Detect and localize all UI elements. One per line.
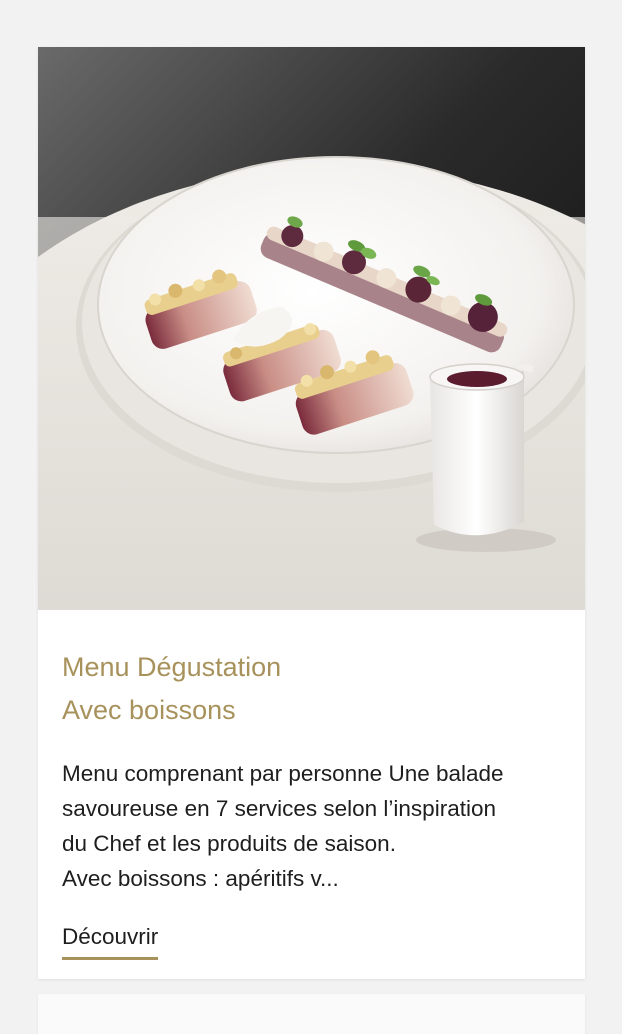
- menu-title-line-1[interactable]: Menu Dégustation: [62, 646, 561, 689]
- menu-title-line-2[interactable]: Avec boissons: [62, 689, 561, 732]
- menu-title[interactable]: Menu Dégustation Avec boissons: [62, 646, 561, 732]
- menu-card: Menu Dégustation Avec boissons Menu comp…: [38, 47, 585, 979]
- description-line: Avec boissons : apéritifs v...: [62, 866, 339, 891]
- menu-description: Menu comprenant par personne Une balade …: [62, 756, 561, 896]
- description-line: Menu comprenant par personne Une balade: [62, 761, 504, 786]
- discover-link[interactable]: Découvrir: [62, 922, 159, 960]
- card-body: Menu Dégustation Avec boissons Menu comp…: [62, 610, 561, 960]
- description-line: savoureuse en 7 services selon l’inspira…: [62, 796, 496, 821]
- dish-photo[interactable]: [38, 47, 585, 610]
- description-line: du Chef et les produits de saison.: [62, 831, 396, 856]
- next-menu-card[interactable]: [38, 994, 585, 1034]
